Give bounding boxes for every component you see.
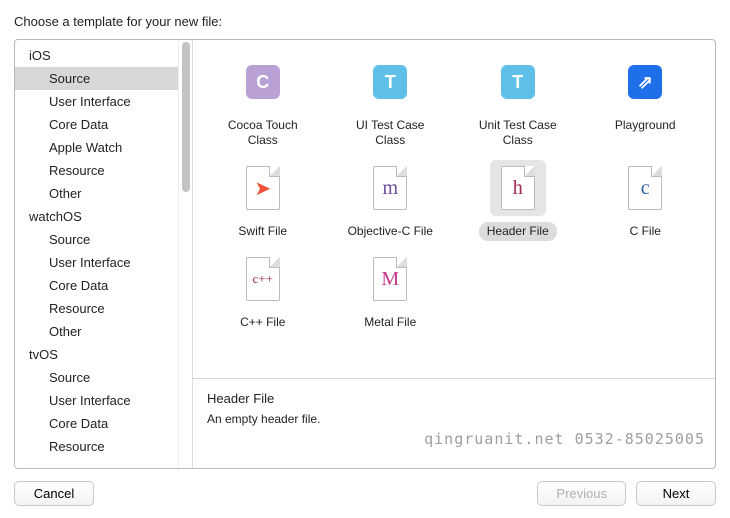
sidebar-item[interactable]: Resource <box>15 297 178 320</box>
sidebar-item[interactable]: Core Data <box>15 113 178 136</box>
cancel-button[interactable]: Cancel <box>14 481 94 506</box>
sidebar-item[interactable]: User Interface <box>15 251 178 274</box>
sidebar-category[interactable]: iOS <box>15 44 178 67</box>
template-label: Metal File <box>356 313 424 332</box>
header-file-icon: h <box>490 160 546 216</box>
sidebar: iOSSourceUser InterfaceCore DataApple Wa… <box>15 40 193 468</box>
template-swift-file[interactable]: ➤ Swift File <box>203 160 323 241</box>
main-panel: iOSSourceUser InterfaceCore DataApple Wa… <box>14 39 716 469</box>
sidebar-item[interactable]: Core Data <box>15 274 178 297</box>
template-label: UI Test Case Class <box>335 116 445 150</box>
template-label: C++ File <box>232 313 293 332</box>
template-ui-test-case-class[interactable]: T UI Test Case Class <box>331 54 451 150</box>
sidebar-item[interactable]: Resource <box>15 435 178 458</box>
template-header-file[interactable]: h Header File <box>458 160 578 241</box>
sidebar-item[interactable]: Core Data <box>15 412 178 435</box>
template-label: Objective-C File <box>340 222 441 241</box>
metal-file-icon: M <box>362 251 418 307</box>
footer: Cancel Previous Next <box>14 469 716 506</box>
sidebar-category[interactable]: tvOS <box>15 343 178 366</box>
description-panel: Header File An empty header file. qingru… <box>193 378 715 468</box>
c-file-icon: c <box>617 160 673 216</box>
template-objective-c-file[interactable]: m Objective-C File <box>331 160 451 241</box>
objective-c-file-icon: m <box>362 160 418 216</box>
sidebar-item[interactable]: Apple Watch <box>15 136 178 159</box>
dialog-title: Choose a template for your new file: <box>14 14 716 29</box>
new-file-dialog: Choose a template for your new file: iOS… <box>0 0 730 518</box>
template-grid: C Cocoa Touch Class T UI Test Case Class T Un… <box>193 40 715 378</box>
description-body: An empty header file. <box>207 412 701 426</box>
previous-button[interactable]: Previous <box>537 481 626 506</box>
playground-icon: ⇗ <box>617 54 673 110</box>
sidebar-item[interactable]: Other <box>15 182 178 205</box>
template-c-file[interactable]: c C File <box>586 160 706 241</box>
template-playground[interactable]: ⇗ Playground <box>586 54 706 150</box>
sidebar-item[interactable]: Other <box>15 320 178 343</box>
watermark: qingruanit.net 0532-85025005 <box>424 430 705 448</box>
template-label: Swift File <box>230 222 295 241</box>
swift-file-icon: ➤ <box>235 160 291 216</box>
next-button[interactable]: Next <box>636 481 716 506</box>
template-cocoa-touch-class[interactable]: C Cocoa Touch Class <box>203 54 323 150</box>
description-title: Header File <box>207 391 701 406</box>
sidebar-item[interactable]: Source <box>15 366 178 389</box>
content-panel: C Cocoa Touch Class T UI Test Case Class T Un… <box>193 40 715 468</box>
template-label: Cocoa Touch Class <box>208 116 318 150</box>
ui-test-case-class-icon: T <box>362 54 418 110</box>
sidebar-list[interactable]: iOSSourceUser InterfaceCore DataApple Wa… <box>15 40 178 468</box>
template-label: C File <box>622 222 669 241</box>
sidebar-item[interactable]: Source <box>15 67 178 90</box>
scrollbar-thumb[interactable] <box>182 42 190 192</box>
template-metal-file[interactable]: M Metal File <box>331 251 451 332</box>
template-cpp-file[interactable]: c++ C++ File <box>203 251 323 332</box>
sidebar-item[interactable]: Source <box>15 228 178 251</box>
unit-test-case-class-icon: T <box>490 54 546 110</box>
sidebar-item[interactable]: Resource <box>15 159 178 182</box>
template-unit-test-case-class[interactable]: T Unit Test Case Class <box>458 54 578 150</box>
cpp-file-icon: c++ <box>235 251 291 307</box>
sidebar-scrollbar[interactable] <box>178 40 192 468</box>
sidebar-item[interactable]: User Interface <box>15 90 178 113</box>
template-label: Unit Test Case Class <box>463 116 573 150</box>
sidebar-item[interactable]: User Interface <box>15 389 178 412</box>
sidebar-category[interactable]: watchOS <box>15 205 178 228</box>
template-label: Playground <box>607 116 684 135</box>
template-label: Header File <box>479 222 557 241</box>
cocoa-touch-class-icon: C <box>235 54 291 110</box>
